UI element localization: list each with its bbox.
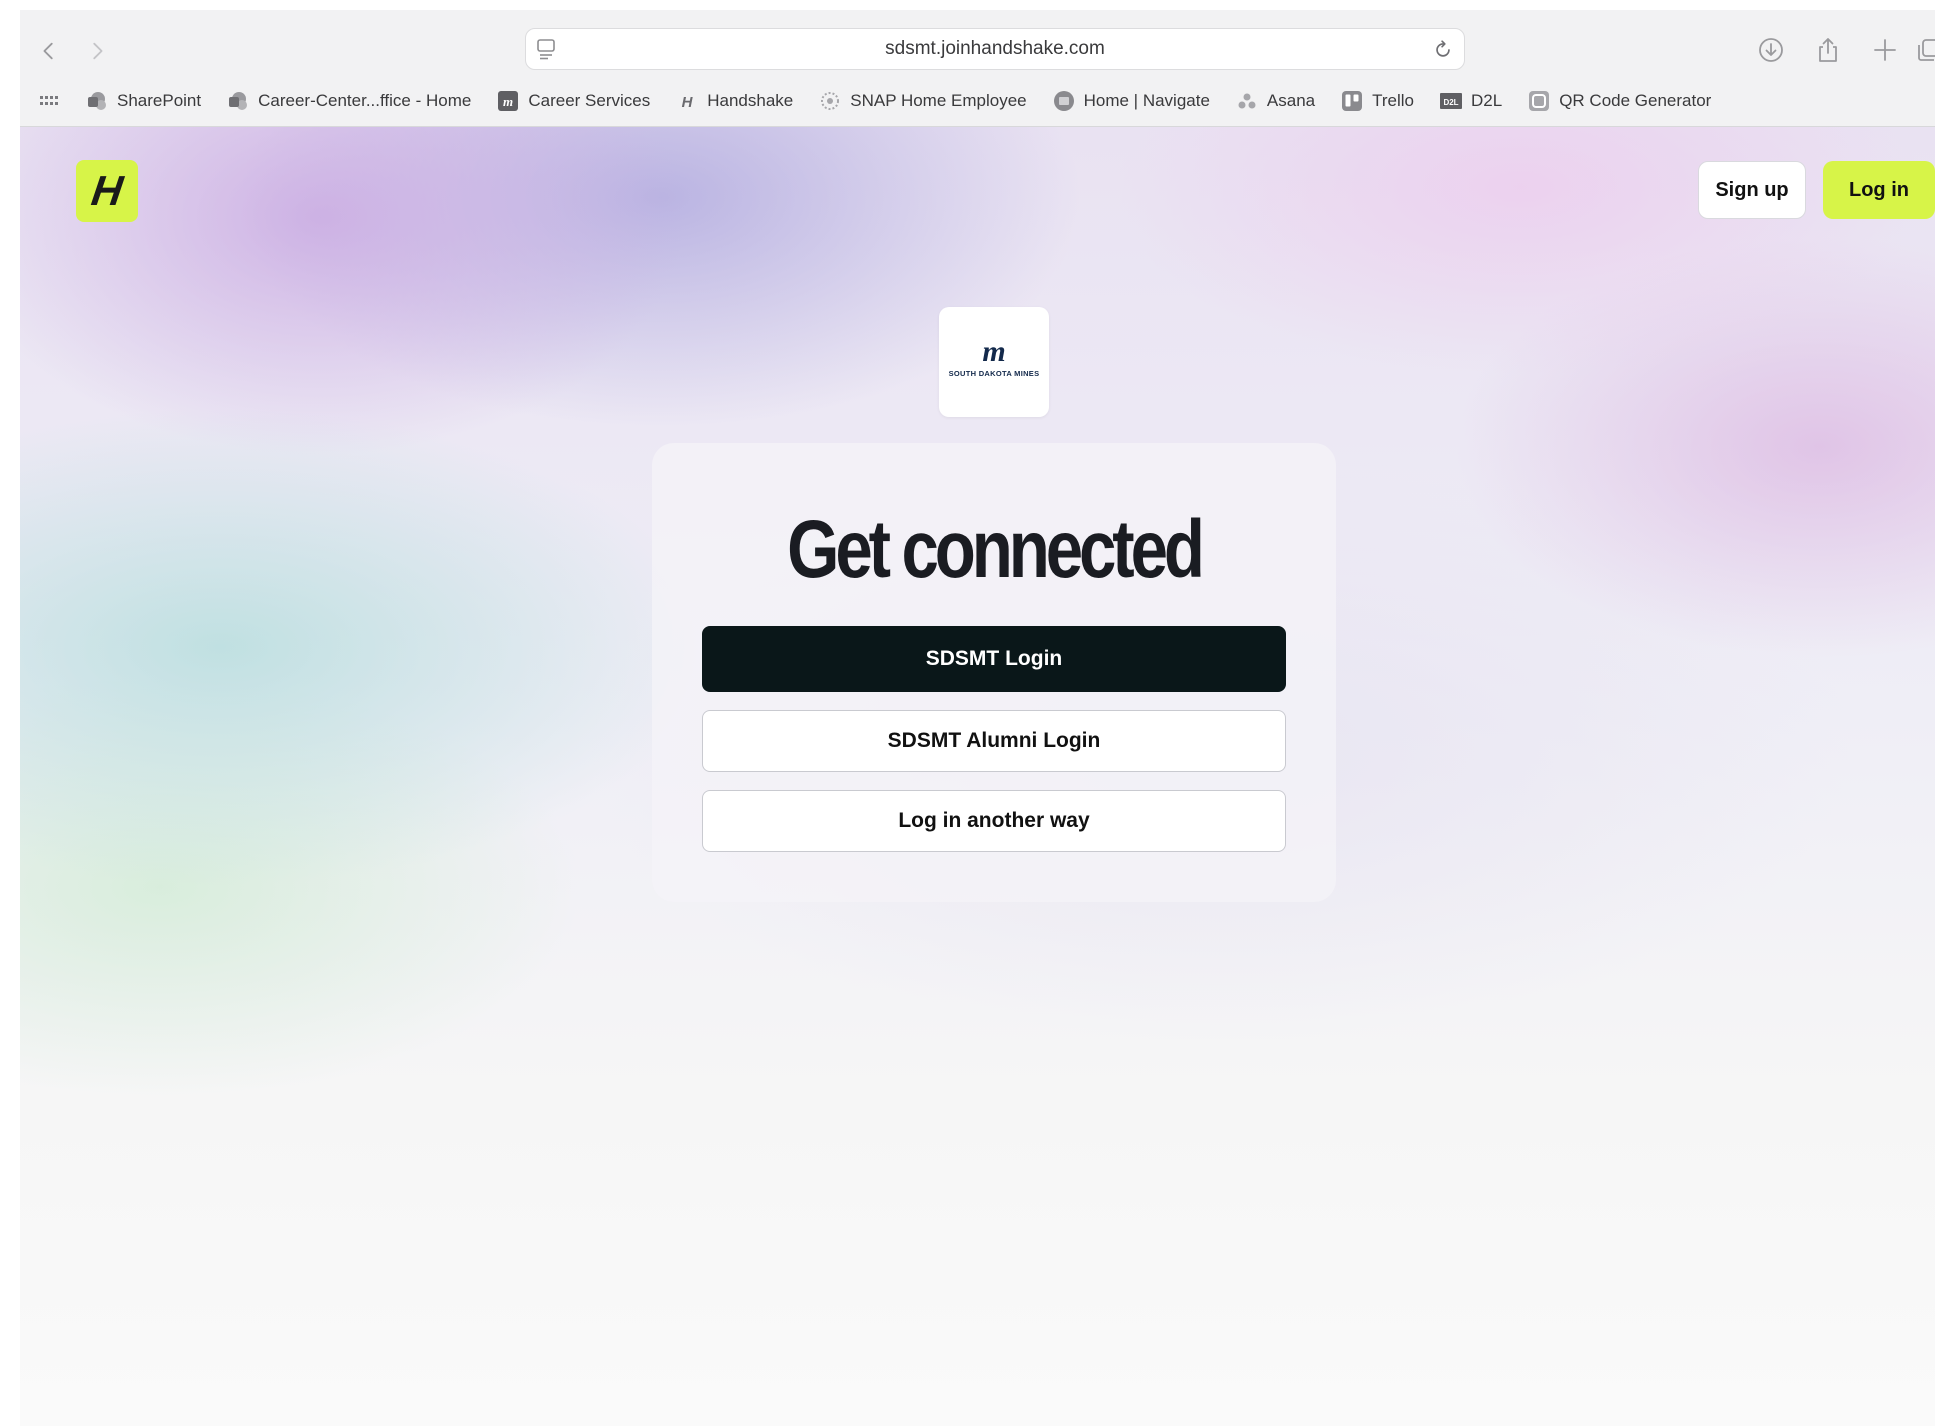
bookmarks-bar: SharePoint Career-Center...ffice - Home … xyxy=(20,86,1935,116)
bookmark-label: Asana xyxy=(1266,91,1316,110)
bookmark-label: D2L xyxy=(1471,91,1503,110)
bookmark-handshake[interactable]: H Handshake xyxy=(676,90,793,112)
reload-icon[interactable] xyxy=(1432,38,1454,60)
mines-icon: m xyxy=(497,90,519,112)
qr-icon xyxy=(1528,90,1550,112)
sharepoint-icon xyxy=(86,90,108,112)
school-logo-text: SOUTH DAKOTA MINES xyxy=(948,369,1040,378)
handshake-logo-letter: H xyxy=(88,167,126,214)
snap-icon xyxy=(819,90,841,112)
bookmark-asana[interactable]: Asana xyxy=(1236,90,1315,112)
alumni-login-button[interactable]: SDSMT Alumni Login xyxy=(702,710,1286,772)
tab-overview-icon[interactable] xyxy=(1910,32,1935,68)
browser-window: sdsmt.joinhandshake.com SharePoint Caree… xyxy=(20,10,1935,1426)
svg-text:H: H xyxy=(682,94,694,111)
handshake-icon: H xyxy=(676,90,698,112)
sign-up-button[interactable]: Sign up xyxy=(1698,161,1806,219)
svg-text:m: m xyxy=(503,94,513,109)
url-text[interactable]: sdsmt.joinhandshake.com xyxy=(526,29,1464,69)
sdsmt-login-button[interactable]: SDSMT Login xyxy=(702,626,1286,692)
browser-toolbar: sdsmt.joinhandshake.com SharePoint Caree… xyxy=(20,10,1935,127)
bookmark-label: SharePoint xyxy=(117,91,202,110)
page-title: Get connected xyxy=(787,504,1205,595)
school-logo-mark: m xyxy=(982,335,1006,368)
new-tab-icon[interactable] xyxy=(1867,32,1903,68)
bookmark-label: SNAP Home Employee xyxy=(850,91,1027,110)
apps-grid-icon[interactable] xyxy=(38,90,60,112)
other-login-button[interactable]: Log in another way xyxy=(702,790,1286,852)
bookmark-career-center[interactable]: Career-Center...ffice - Home xyxy=(227,90,471,112)
bookmark-snap[interactable]: SNAP Home Employee xyxy=(819,90,1027,112)
log-in-button[interactable]: Log in xyxy=(1823,161,1935,219)
back-icon[interactable] xyxy=(34,36,64,66)
bookmark-sharepoint[interactable]: SharePoint xyxy=(86,90,201,112)
login-card: Get connected SDSMT Login SDSMT Alumni L… xyxy=(652,443,1336,902)
downloads-icon[interactable] xyxy=(1753,32,1789,68)
bookmark-label: Trello xyxy=(1372,91,1415,110)
d2l-icon: D2L xyxy=(1440,90,1463,112)
bookmark-label: Home | Navigate xyxy=(1083,91,1210,110)
school-logo: m SOUTH DAKOTA MINES xyxy=(939,307,1049,417)
bookmark-label: Career Services xyxy=(528,91,651,110)
bookmark-qr[interactable]: QR Code Generator xyxy=(1528,90,1711,112)
bookmark-d2l[interactable]: D2L D2L xyxy=(1440,90,1502,112)
handshake-logo[interactable]: H xyxy=(76,160,138,222)
sharepoint-icon xyxy=(227,90,249,112)
svg-text:D2L: D2L xyxy=(1443,98,1458,107)
address-bar[interactable]: sdsmt.joinhandshake.com xyxy=(525,28,1465,70)
share-icon[interactable] xyxy=(1810,32,1846,68)
bookmark-label: Career-Center...ffice - Home xyxy=(258,91,472,110)
navigate-icon xyxy=(1053,90,1075,112)
bookmark-navigate[interactable]: Home | Navigate xyxy=(1053,90,1210,112)
asana-icon xyxy=(1236,90,1258,112)
bookmark-label: Handshake xyxy=(707,91,794,110)
trello-icon xyxy=(1341,90,1363,112)
forward-icon[interactable] xyxy=(82,36,112,66)
bookmark-career-services[interactable]: m Career Services xyxy=(497,90,650,112)
bookmark-label: QR Code Generator xyxy=(1559,91,1712,110)
bookmark-trello[interactable]: Trello xyxy=(1341,90,1414,112)
page-content: H Sign up Log in m SOUTH DAKOTA MINES Ge… xyxy=(20,127,1935,1426)
